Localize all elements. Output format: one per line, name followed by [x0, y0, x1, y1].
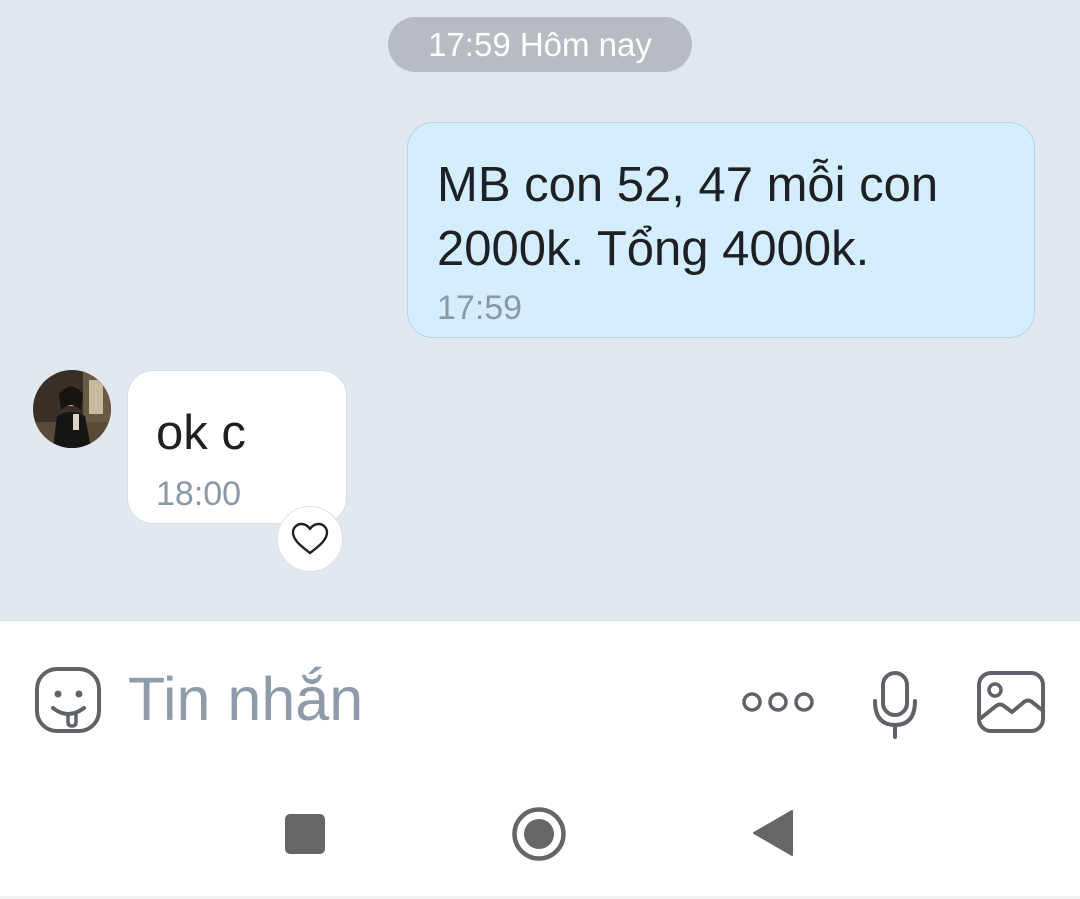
- message-text: MB con 52, 47 mỗi con 2000k. Tổng 4000k.: [437, 158, 939, 276]
- message-input[interactable]: [128, 661, 688, 736]
- microphone-icon: [873, 671, 917, 739]
- reaction-button[interactable]: [277, 506, 343, 572]
- avatar[interactable]: [33, 370, 111, 448]
- nav-recents-button[interactable]: [285, 814, 325, 854]
- sticker-button[interactable]: [34, 666, 104, 736]
- nav-back-button[interactable]: [752, 809, 794, 857]
- heart-outline-icon: [291, 522, 329, 555]
- image-gallery-icon: [977, 671, 1045, 733]
- more-dots-icon: [742, 692, 814, 712]
- circle-icon: [512, 807, 566, 861]
- square-icon: [285, 814, 325, 854]
- date-separator: 17:59 Hôm nay: [388, 17, 692, 72]
- more-button[interactable]: [740, 687, 816, 717]
- message-text: ok c: [156, 406, 246, 460]
- microphone-button[interactable]: [870, 669, 920, 741]
- chat-area[interactable]: 17:59 Hôm nay MB con 52, 47 mỗi con 2000…: [0, 0, 1080, 620]
- compose-bar: [0, 621, 1080, 776]
- image-button[interactable]: [976, 670, 1046, 734]
- incoming-message-bubble[interactable]: ok c 18:00: [127, 370, 347, 524]
- message-time: 18:00: [156, 475, 242, 513]
- triangle-back-icon: [753, 810, 793, 856]
- message-time: 17:59: [437, 289, 523, 327]
- outgoing-message-bubble[interactable]: MB con 52, 47 mỗi con 2000k. Tổng 4000k.…: [407, 122, 1035, 338]
- nav-home-button[interactable]: [511, 806, 567, 862]
- system-navigation-bar: [0, 776, 1080, 899]
- sticker-face-icon: [35, 667, 101, 733]
- avatar-image: [33, 370, 111, 448]
